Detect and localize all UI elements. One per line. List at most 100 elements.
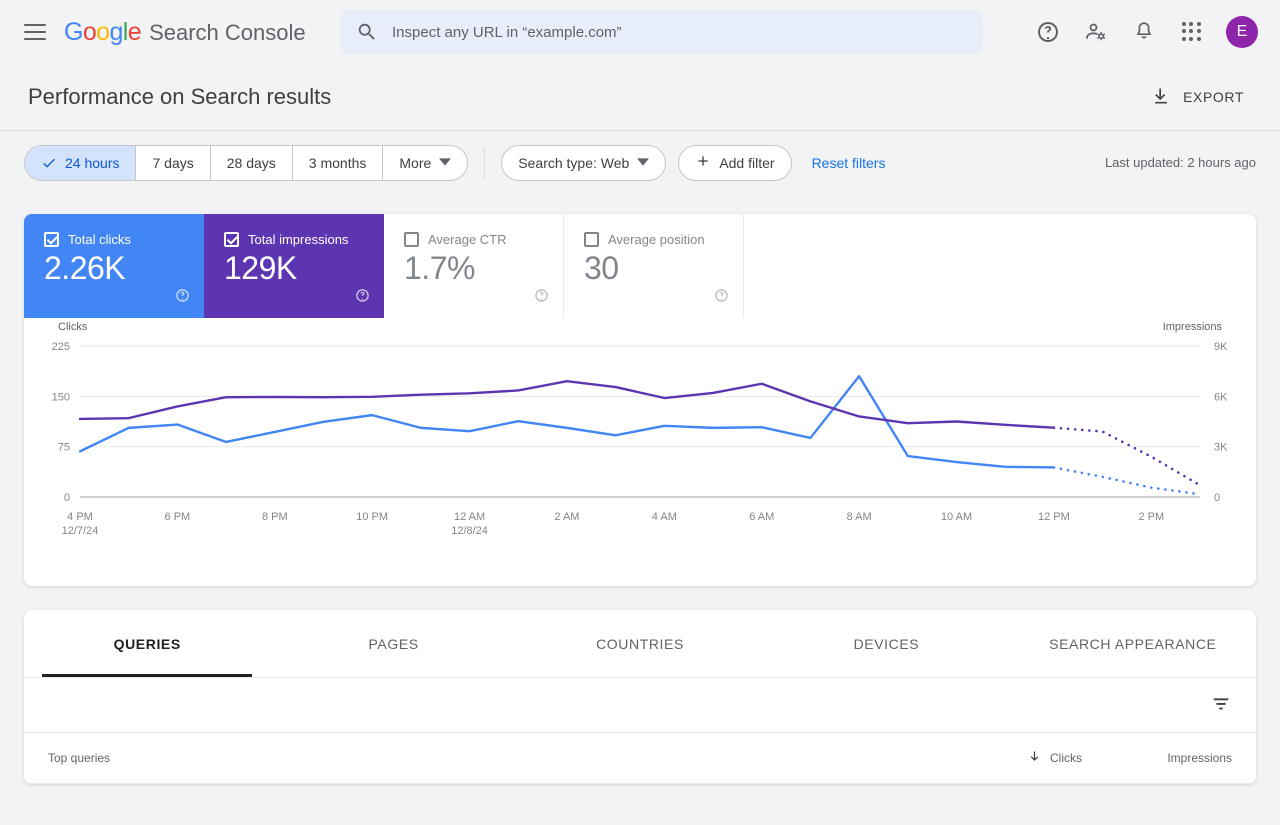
svg-text:0: 0 (1214, 492, 1220, 504)
date-range-label: 24 hours (65, 154, 120, 171)
svg-text:4 PM: 4 PM (67, 511, 93, 523)
chevron-down-icon (637, 155, 650, 171)
svg-text:Impressions: Impressions (1163, 321, 1223, 333)
svg-text:Clicks: Clicks (58, 321, 88, 333)
app-bar: Google Search Console E (0, 0, 1280, 64)
svg-text:6 AM: 6 AM (749, 511, 774, 523)
brand[interactable]: Google Search Console (64, 18, 306, 47)
help-icon[interactable] (175, 288, 190, 308)
table-toolbar (24, 678, 1256, 732)
plus-icon (695, 153, 711, 172)
checkbox-icon[interactable] (44, 232, 59, 247)
column-header-top-queries[interactable]: Top queries (48, 751, 932, 765)
svg-text:2 PM: 2 PM (1138, 511, 1164, 523)
performance-chart[interactable]: Clicks Impressions 0 75 150 225 0 3K 6K 9K 4 PM 12/… (24, 318, 1256, 586)
svg-text:8 PM: 8 PM (262, 511, 288, 523)
appbar-actions: E (1024, 8, 1264, 56)
sort-descending-arrow-icon (1027, 749, 1042, 767)
svg-text:10 PM: 10 PM (356, 511, 388, 523)
svg-text:4 AM: 4 AM (652, 511, 677, 523)
last-updated-text: Last updated: 2 hours ago (1104, 155, 1256, 170)
filter-list-icon[interactable] (1210, 692, 1232, 719)
column-header-clicks-label: Clicks (1050, 751, 1082, 765)
metric-value: 2.26K (44, 250, 126, 286)
metric-card-total-impressions[interactable]: Total impressions 129K (204, 214, 384, 318)
metric-label: Average position (608, 232, 705, 247)
svg-text:12/8/24: 12/8/24 (451, 525, 488, 537)
svg-text:0: 0 (64, 492, 70, 504)
add-filter-label: Add filter (719, 154, 775, 171)
check-icon (41, 155, 57, 171)
export-button[interactable]: EXPORT (1139, 78, 1256, 117)
download-icon (1151, 86, 1171, 109)
notifications-bell-icon[interactable] (1120, 8, 1168, 56)
svg-text:8 AM: 8 AM (847, 511, 872, 523)
metric-card-average-ctr[interactable]: Average CTR 1.7% (384, 214, 564, 318)
search-type-dropdown[interactable]: Search type: Web (501, 144, 667, 181)
page-title: Performance on Search results (28, 84, 332, 109)
date-range-label: 7 days (152, 154, 194, 171)
metric-label: Total impressions (248, 232, 349, 247)
column-header-clicks[interactable]: Clicks (932, 749, 1082, 767)
tab-pages[interactable]: Pages (270, 610, 516, 677)
checkbox-icon[interactable] (584, 232, 599, 247)
metric-cards-filler (744, 214, 1256, 318)
page-title-row: Performance on Search results EXPORT (0, 64, 1280, 130)
svg-text:10 AM: 10 AM (941, 511, 972, 523)
help-icon[interactable] (1024, 8, 1072, 56)
search-type-label: Search type: Web (518, 154, 630, 171)
account-settings-icon[interactable] (1072, 8, 1120, 56)
metric-card-average-position[interactable]: Average position 30 (564, 214, 744, 318)
date-range-more[interactable]: More (383, 146, 467, 180)
help-icon[interactable] (355, 288, 370, 308)
checkbox-icon[interactable] (404, 232, 419, 247)
svg-text:6K: 6K (1214, 391, 1228, 403)
reset-filters-button[interactable]: Reset filters (800, 147, 898, 179)
svg-text:12 AM: 12 AM (454, 511, 485, 523)
svg-text:3K: 3K (1214, 442, 1228, 454)
apps-grid-icon[interactable] (1168, 8, 1216, 56)
search-input[interactable] (392, 23, 967, 41)
date-range-label: More (399, 154, 432, 171)
url-inspection-searchbox[interactable] (340, 10, 983, 54)
metric-label: Total clicks (68, 232, 131, 247)
metric-label: Average CTR (428, 232, 507, 247)
svg-text:2 AM: 2 AM (554, 511, 579, 523)
svg-text:12 PM: 12 PM (1038, 511, 1070, 523)
filter-bar: 24 hours 7 days 28 days 3 months More Se… (0, 130, 1280, 194)
date-range-7-days[interactable]: 7 days (136, 145, 211, 180)
tab-devices[interactable]: Devices (763, 610, 1009, 677)
google-logo: Google (64, 17, 142, 46)
tab-countries[interactable]: Countries (517, 610, 763, 677)
date-range-label: 3 months (308, 154, 367, 171)
tab-queries[interactable]: Queries (24, 610, 270, 677)
date-range-segmented-control: 24 hours 7 days 28 days 3 months More (24, 144, 469, 181)
help-icon[interactable] (714, 288, 729, 308)
help-icon[interactable] (534, 288, 549, 308)
svg-text:9K: 9K (1214, 341, 1228, 353)
table-header-row: Top queries Clicks Impressions (24, 732, 1256, 784)
svg-text:75: 75 (58, 442, 70, 454)
date-range-24-hours[interactable]: 24 hours (25, 145, 137, 180)
dimension-table-card: Queries Pages Countries Devices Search a… (24, 610, 1256, 784)
tab-search-appearance[interactable]: Search appearance (1010, 610, 1256, 677)
column-header-impressions[interactable]: Impressions (1082, 751, 1232, 765)
metric-value: 129K (224, 250, 297, 286)
filter-divider (484, 146, 486, 179)
hamburger-menu-icon[interactable] (24, 20, 48, 44)
add-filter-button[interactable]: Add filter (678, 144, 792, 181)
checkbox-icon[interactable] (224, 232, 239, 247)
svg-text:225: 225 (52, 341, 70, 353)
export-label: EXPORT (1183, 89, 1244, 105)
dimension-tabs: Queries Pages Countries Devices Search a… (24, 610, 1256, 678)
svg-text:12/7/24: 12/7/24 (62, 525, 99, 537)
svg-text:150: 150 (52, 391, 70, 403)
chevron-down-icon (439, 155, 452, 171)
date-range-3-months[interactable]: 3 months (293, 145, 384, 180)
date-range-28-days[interactable]: 28 days (211, 145, 293, 180)
avatar[interactable]: E (1226, 16, 1258, 48)
search-icon (356, 21, 378, 43)
metric-value: 1.7% (404, 250, 475, 286)
metric-card-total-clicks[interactable]: Total clicks 2.26K (24, 214, 204, 318)
metric-value: 30 (584, 250, 619, 286)
